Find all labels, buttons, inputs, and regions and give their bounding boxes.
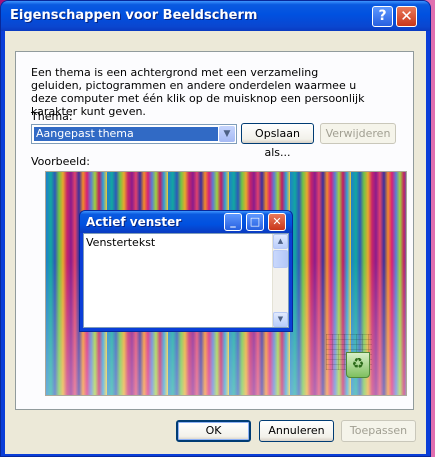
recycle-bin-icon: ♻ <box>346 352 370 378</box>
window-title: Eigenschappen voor Beeldscherm <box>10 8 258 23</box>
preview-active-window: Actief venster _ □ ✕ Venstertekst ▲ ▼ <box>79 210 293 332</box>
preview-window-text: Venstertekst <box>86 236 156 249</box>
apply-button[interactable]: Toepassen <box>341 420 416 442</box>
theme-description: Een thema is een achtergrond met een ver… <box>31 66 365 118</box>
preview-title-bar: Actief venster _ □ ✕ <box>80 211 292 233</box>
theme-select[interactable]: Aangepast thema ▼ <box>31 124 237 144</box>
scroll-thumb <box>273 250 288 268</box>
dialog-window: Eigenschappen voor Beeldscherm ? ✕ Een t… <box>0 0 431 457</box>
theme-preview: ♻ Actief venster _ □ ✕ Venstertekst ▲ ▼ <box>45 171 407 396</box>
chevron-down-icon[interactable]: ▼ <box>219 126 235 142</box>
theme-select-value: Aangepast thema <box>34 127 218 141</box>
preview-scrollbar: ▲ ▼ <box>272 234 288 327</box>
save-as-button[interactable]: Opslaan als... <box>241 123 314 159</box>
minimize-icon: _ <box>224 213 242 231</box>
scroll-down-icon: ▼ <box>273 312 288 327</box>
close-icon: ✕ <box>268 213 286 231</box>
delete-button[interactable]: Verwijderen <box>320 123 396 144</box>
maximize-icon: □ <box>246 213 264 231</box>
dialog-client-area: Een thema is een achtergrond met een ver… <box>5 31 426 454</box>
title-bar[interactable]: Eigenschappen voor Beeldscherm ? ✕ <box>1 1 430 31</box>
scroll-up-icon: ▲ <box>273 234 288 249</box>
preview-window-body: Venstertekst ▲ ▼ <box>83 233 289 328</box>
cancel-button[interactable]: Annuleren <box>259 420 334 442</box>
close-button[interactable]: ✕ <box>396 6 417 27</box>
help-button[interactable]: ? <box>372 6 393 27</box>
preview-label: Voorbeeld: <box>31 155 90 168</box>
preview-window-title: Actief venster <box>86 215 182 229</box>
theme-label: Thema: <box>31 110 73 123</box>
ok-button[interactable]: OK <box>176 420 251 442</box>
